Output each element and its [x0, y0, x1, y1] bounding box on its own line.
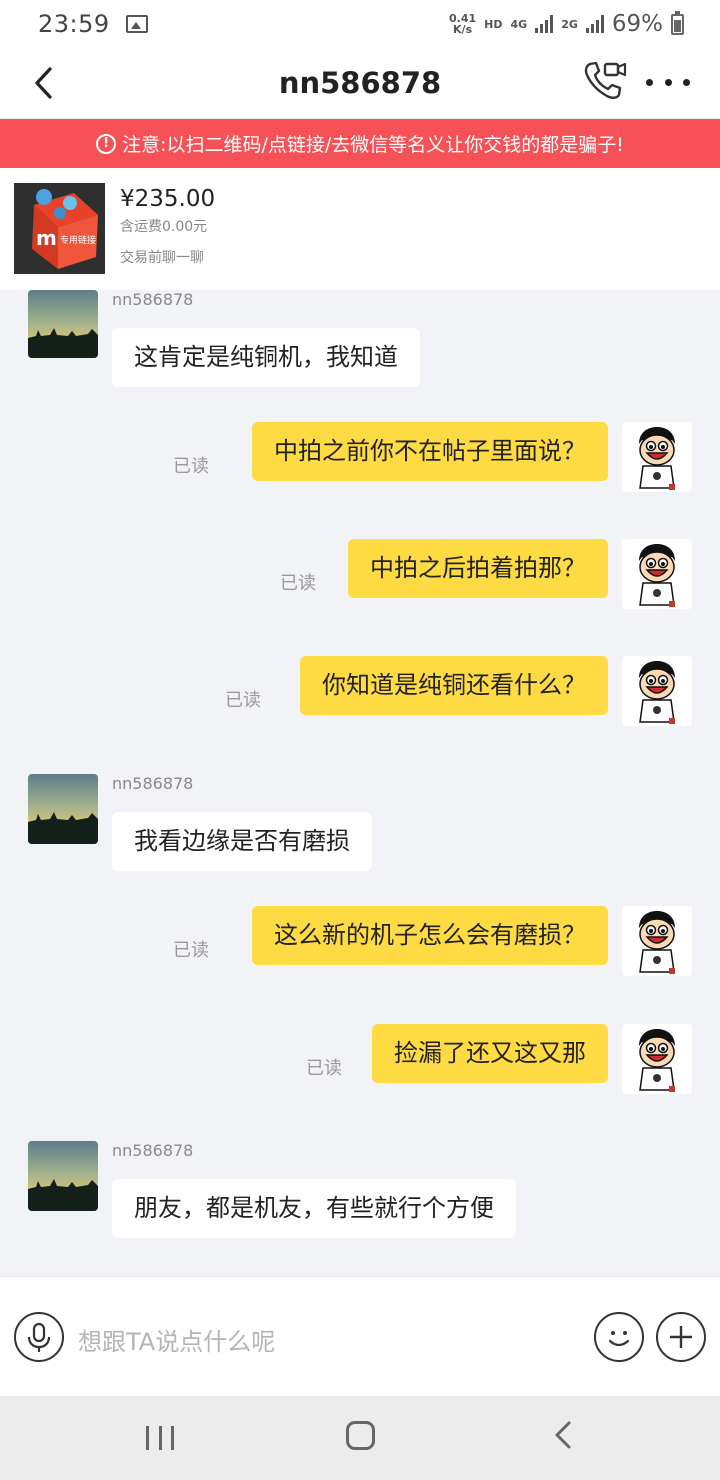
sender-name: nn586878 — [112, 774, 194, 793]
network-type-2: 2G — [561, 17, 578, 31]
gallery-notification-icon — [125, 15, 148, 33]
read-status: 已读 — [306, 1058, 342, 1079]
sender-name: nn586878 — [112, 290, 194, 309]
status-bar: 23:59 0.41 K/s HD 4G 2G 69% — [0, 0, 720, 48]
read-status: 已读 — [173, 940, 209, 961]
network-speed: 0.41 K/s — [449, 13, 476, 35]
more-actions-button[interactable] — [656, 1312, 706, 1362]
read-status: 已读 — [225, 690, 261, 711]
chat-before-trade-label: 交易前聊一聊 — [120, 250, 204, 266]
svg-text:m: m — [36, 226, 57, 250]
alert-icon: ! — [96, 133, 117, 154]
outgoing-message[interactable]: 捡漏了还又这又那 — [372, 1024, 608, 1083]
seller-avatar[interactable] — [28, 774, 98, 844]
video-call-button[interactable] — [582, 58, 628, 104]
gift-box-logo: m 专用链接 — [14, 183, 105, 274]
microphone-icon — [27, 1322, 51, 1352]
emoji-button[interactable] — [594, 1312, 644, 1362]
battery-percent: 69% — [611, 11, 663, 37]
fraud-warning-banner: ! 注意:以扫二维码/点链接/去微信等名义让你交钱的都是骗子! — [0, 119, 720, 168]
recent-apps-button[interactable] — [146, 1426, 174, 1450]
thumb-label: 专用链接 — [60, 234, 96, 246]
product-price: ¥235.00 — [120, 186, 216, 212]
product-thumbnail[interactable]: m 专用链接 — [14, 183, 105, 274]
nav-back-button[interactable] — [552, 1420, 576, 1450]
system-nav-bar — [0, 1396, 720, 1480]
chevron-left-icon — [555, 1421, 571, 1449]
status-indicators: 0.41 K/s HD 4G 2G 69% — [449, 10, 684, 37]
network-type-1: 4G — [510, 17, 528, 31]
seller-avatar-image — [28, 290, 98, 358]
incoming-message[interactable]: 这肯定是纯铜机，我知道 — [112, 328, 420, 387]
my-avatar[interactable] — [622, 539, 692, 609]
warning-text: 注意:以扫二维码/点链接/去微信等名义让你交钱的都是骗子! — [122, 134, 624, 156]
emoji-smile-icon — [608, 1331, 630, 1347]
message-input[interactable]: 想跟TA说点什么呢 — [78, 1322, 275, 1357]
status-time: 23:59 — [38, 10, 110, 38]
seller-avatar[interactable] — [28, 1141, 98, 1211]
message-input-bar: 想跟TA说点什么呢 — [0, 1276, 720, 1396]
outgoing-message[interactable]: 这么新的机子怎么会有磨损？ — [252, 906, 608, 965]
cartoon-avatar-image — [622, 539, 692, 609]
chat-header: nn586878 — [0, 48, 720, 118]
my-avatar[interactable] — [622, 906, 692, 976]
my-avatar[interactable] — [622, 422, 692, 492]
product-shipping: 含运费0.00元 — [120, 219, 208, 235]
battery-icon — [671, 10, 684, 35]
outgoing-message[interactable]: 中拍之前你不在帖子里面说？ — [252, 422, 608, 481]
voice-button[interactable] — [14, 1312, 64, 1362]
signal-1-icon — [535, 15, 554, 33]
more-dots-icon — [646, 78, 653, 86]
signal-2-icon — [585, 15, 604, 33]
seller-avatar[interactable] — [28, 290, 98, 358]
outgoing-message[interactable]: 你知道是纯铜还看什么？ — [300, 656, 608, 715]
product-card[interactable]: m 专用链接 ¥235.00 含运费0.00元 交易前聊一聊 — [0, 168, 720, 290]
my-avatar[interactable] — [622, 656, 692, 726]
more-button[interactable] — [646, 72, 690, 92]
incoming-message[interactable]: 朋友，都是机友，有些就行个方便 — [112, 1179, 516, 1238]
home-button[interactable] — [346, 1421, 375, 1450]
outgoing-message[interactable]: 中拍之后拍着拍那？ — [348, 539, 608, 598]
back-button[interactable] — [30, 66, 60, 100]
chat-message-list[interactable]: nn586878 这肯定是纯铜机，我知道 已读 中拍之前你不在帖子里面说？ 已读… — [0, 290, 720, 1275]
chevron-left-icon — [35, 67, 52, 99]
read-status: 已读 — [280, 573, 316, 594]
incoming-message[interactable]: 我看边缘是否有磨损 — [112, 812, 372, 871]
read-status: 已读 — [173, 456, 209, 477]
seller-avatar-image — [28, 1141, 98, 1211]
plus-icon — [670, 1326, 692, 1348]
seller-avatar-image — [28, 774, 98, 844]
cartoon-avatar-image — [622, 1024, 692, 1094]
cartoon-avatar-image — [622, 656, 692, 726]
my-avatar[interactable] — [622, 1024, 692, 1094]
cartoon-avatar-image — [622, 422, 692, 492]
cartoon-avatar-image — [622, 906, 692, 976]
sender-name: nn586878 — [112, 1141, 194, 1160]
hd-indicator: HD — [484, 17, 503, 31]
network-speed-unit: K/s — [453, 23, 473, 36]
video-call-icon — [584, 61, 627, 99]
